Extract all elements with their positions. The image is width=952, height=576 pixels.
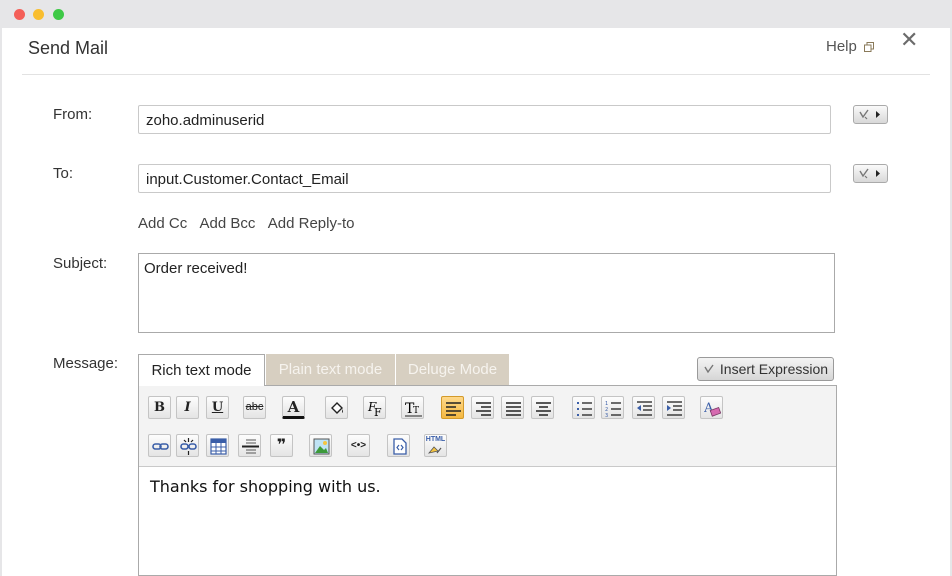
to-label: To:	[53, 165, 74, 182]
font-color-icon: A	[287, 398, 300, 416]
rich-text-editor: B I U abc A FF TT 1 2 3 A ❞ <•> HTML Tha…	[138, 385, 837, 576]
insert-template-button[interactable]	[387, 434, 410, 457]
strikethrough-button[interactable]: abc	[243, 396, 266, 419]
svg-text:T: T	[413, 406, 419, 416]
source-code-button[interactable]: <•>	[347, 434, 370, 457]
remove-link-button[interactable]	[176, 434, 199, 457]
insert-expression-label: Insert Expression	[719, 361, 829, 377]
insert-link-icon	[152, 443, 169, 450]
close-icon[interactable]: ✕	[900, 28, 918, 52]
highlight-fill-icon	[331, 402, 343, 414]
add-bcc-link[interactable]: Add Bcc	[200, 215, 256, 232]
svg-text:3: 3	[605, 413, 608, 417]
send-mail-dialog: Send Mail Help ✕ From: zoho.adminuserid …	[2, 28, 950, 576]
horizontal-rule-icon	[242, 439, 259, 454]
insert-image-button[interactable]	[309, 434, 332, 457]
to-expression-button[interactable]	[853, 164, 888, 183]
horizontal-rule-button[interactable]	[238, 434, 261, 457]
add-cc-link[interactable]: Add Cc	[138, 215, 187, 232]
help-link[interactable]: Help	[826, 38, 875, 55]
html-icon	[428, 446, 442, 454]
expression-picker-icon	[704, 364, 714, 374]
from-expression-button[interactable]	[853, 105, 888, 124]
font-size-button[interactable]: TT	[401, 396, 424, 419]
bold-icon: B	[154, 400, 165, 415]
zoom-window-icon[interactable]	[53, 9, 64, 20]
from-input[interactable]: zoho.adminuserid	[138, 105, 831, 134]
expression-picker-icon	[859, 109, 880, 120]
to-input[interactable]: input.Customer.Contact_Email	[138, 164, 831, 193]
clear-format-button[interactable]: A	[700, 396, 723, 419]
indent-icon	[667, 401, 682, 416]
source-code-icon: <•>	[350, 440, 367, 451]
bulleted-list-button[interactable]	[572, 396, 595, 419]
html-button[interactable]: HTML	[424, 434, 447, 457]
bold-button[interactable]: B	[148, 396, 171, 419]
outdent-button[interactable]	[632, 396, 655, 419]
external-window-icon	[864, 42, 875, 53]
outdent-icon	[637, 401, 652, 416]
tab-rich-text-mode[interactable]: Rich text mode	[138, 354, 265, 386]
align-left-button[interactable]	[441, 396, 464, 419]
tab-plain-text-mode[interactable]: Plain text mode	[266, 354, 395, 386]
underline-button[interactable]: U	[206, 396, 229, 419]
insert-expression-button[interactable]: Insert Expression	[697, 357, 834, 381]
expression-picker-icon	[859, 168, 880, 179]
blockquote-icon: ❞	[276, 437, 287, 454]
add-reply-to-link[interactable]: Add Reply-to	[268, 215, 355, 232]
numbered-list-button[interactable]: 123	[601, 396, 624, 419]
align-center-icon	[536, 402, 551, 416]
clear-format-icon: A	[704, 401, 721, 417]
from-label: From:	[53, 106, 93, 123]
numbered-list-icon: 123	[605, 401, 621, 417]
align-right-icon	[476, 402, 491, 416]
strikethrough-icon: abc	[245, 401, 264, 413]
message-body[interactable]: Thanks for shopping with us.	[150, 477, 381, 496]
indent-button[interactable]	[662, 396, 685, 419]
underline-icon: U	[211, 400, 224, 415]
italic-icon: I	[184, 400, 191, 415]
insert-table-button[interactable]	[206, 434, 229, 457]
subject-textarea[interactable]: Order received!	[138, 253, 835, 333]
recipient-options: Add Cc Add Bcc Add Reply-to	[138, 215, 363, 232]
dialog-title: Send Mail	[28, 38, 109, 58]
bulleted-list-icon	[577, 402, 592, 416]
tab-deluge-mode[interactable]: Deluge Mode	[396, 354, 509, 386]
html-label: HTML	[425, 436, 446, 443]
insert-link-button[interactable]	[148, 434, 171, 457]
help-label: Help	[826, 38, 857, 55]
message-label: Message:	[53, 355, 119, 372]
font-family-icon: FF	[367, 400, 382, 417]
insert-table-icon	[210, 438, 227, 455]
mac-titlebar	[0, 0, 952, 28]
editor-toolbar: B I U abc A FF TT 1 2 3 A ❞ <•> HTML	[139, 386, 836, 467]
align-justify-icon	[506, 402, 521, 416]
italic-button[interactable]: I	[176, 396, 199, 419]
svg-text:F: F	[374, 406, 382, 417]
minimize-window-icon[interactable]	[33, 9, 44, 20]
highlight-fill-button[interactable]	[325, 396, 348, 419]
align-right-button[interactable]	[471, 396, 494, 419]
insert-image-icon	[313, 438, 330, 455]
font-family-button[interactable]: FF	[363, 396, 386, 419]
header-divider	[22, 74, 930, 75]
font-size-icon: TT	[405, 401, 422, 417]
insert-template-icon	[393, 438, 407, 455]
align-justify-button[interactable]	[501, 396, 524, 419]
align-left-icon	[446, 402, 461, 416]
remove-link-icon	[180, 438, 197, 455]
subject-label: Subject:	[53, 255, 108, 272]
font-color-button[interactable]: A	[282, 396, 305, 419]
align-center-button[interactable]	[531, 396, 554, 419]
close-window-icon[interactable]	[14, 9, 25, 20]
blockquote-button[interactable]: ❞	[270, 434, 293, 457]
